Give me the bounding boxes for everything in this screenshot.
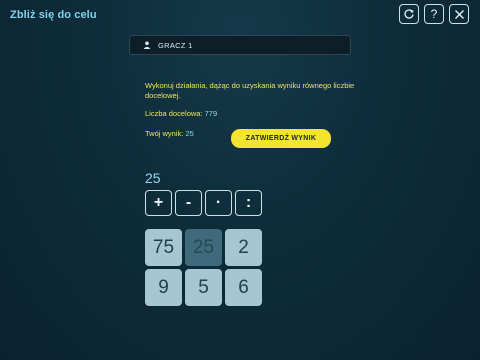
divide-button[interactable]: : [235, 190, 262, 216]
submit-button[interactable]: ZATWIERDŹ WYNIK [231, 129, 331, 148]
close-button[interactable] [449, 4, 469, 24]
help-icon: ? [430, 7, 438, 21]
number-grid: 75 25 2 9 5 6 [145, 229, 262, 306]
score-label: Twój wynik: [145, 129, 184, 138]
number-tile[interactable]: 75 [145, 229, 182, 266]
refresh-icon [403, 8, 415, 20]
help-button[interactable]: ? [424, 4, 444, 24]
target-number: Liczba docelowa: 779 [145, 109, 217, 118]
player-name: GRACZ 1 [158, 40, 193, 50]
target-value: 779 [204, 109, 218, 118]
instructions-text: Wykonuj działania, dążąc do uzyskania wy… [145, 81, 355, 100]
add-button[interactable]: + [145, 190, 172, 216]
operator-row: + - · : [145, 190, 262, 216]
number-tile[interactable]: 9 [145, 269, 182, 306]
number-tile[interactable]: 2 [225, 229, 262, 266]
game-title: Zbliż się do celu [10, 9, 97, 21]
user-icon [143, 41, 151, 49]
number-tile[interactable]: 6 [225, 269, 262, 306]
current-value: 25 [145, 170, 161, 186]
number-tile[interactable]: 5 [185, 269, 222, 306]
close-icon [454, 9, 465, 20]
subtract-button[interactable]: - [175, 190, 202, 216]
score-value: 25 [185, 129, 194, 138]
refresh-button[interactable] [399, 4, 419, 24]
player-bar: GRACZ 1 [129, 35, 351, 55]
score-line: Twój wynik: 25 [145, 129, 194, 138]
top-toolbar: ? [399, 4, 469, 24]
number-tile[interactable]: 25 [185, 229, 222, 266]
target-label: Liczba docelowa: [145, 109, 203, 118]
multiply-button[interactable]: · [205, 190, 232, 216]
